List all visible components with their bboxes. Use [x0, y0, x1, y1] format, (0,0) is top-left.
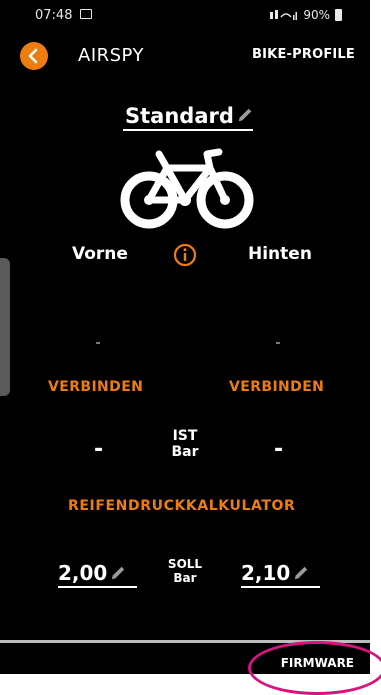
rear-connect-button[interactable]: VERBINDEN	[229, 379, 324, 395]
battery-percent: 90%	[303, 8, 330, 22]
front-ist-value: -	[94, 437, 104, 462]
signal-icon	[270, 10, 298, 20]
soll-label: SOLL Bar	[160, 557, 210, 585]
tire-pressure-calculator-button[interactable]: REIFENDRUCKKALKULATOR	[68, 498, 295, 514]
status-bar: 07:48 90%	[0, 0, 370, 32]
app-screen: 07:48 90% AIRSPY BIKE-PROFILE Standard V…	[0, 0, 370, 674]
ist-unit: Bar	[171, 444, 199, 460]
front-sensor-status	[96, 342, 100, 344]
status-right: 90%	[270, 8, 342, 22]
rear-label: Hinten	[248, 244, 312, 264]
image-icon	[80, 9, 92, 19]
rear-soll-value: 2,10	[241, 561, 291, 585]
status-time: 07:48	[35, 8, 73, 23]
bike-profile-button[interactable]: BIKE-PROFILE	[252, 47, 355, 62]
back-arrow-icon	[28, 48, 38, 64]
app-title: AIRSPY	[78, 45, 145, 66]
edge-panel-handle[interactable]	[0, 258, 10, 396]
profile-name: Standard	[125, 104, 234, 128]
rear-ist-value: -	[274, 437, 284, 462]
firmware-button[interactable]: FIRMWARE	[281, 656, 354, 670]
info-icon[interactable]	[173, 243, 197, 267]
ist-label: IST Bar	[160, 428, 210, 460]
pencil-icon	[112, 566, 125, 580]
battery-icon	[335, 9, 342, 21]
rear-soll-field[interactable]: 2,10	[241, 556, 320, 588]
front-connect-button[interactable]: VERBINDEN	[48, 379, 143, 395]
ist-title: IST	[172, 428, 198, 444]
soll-unit: Bar	[173, 571, 197, 585]
back-button[interactable]	[20, 42, 48, 70]
bike-icon	[120, 148, 254, 229]
front-soll-field[interactable]: 2,00	[58, 556, 137, 588]
pencil-icon	[238, 108, 252, 122]
soll-title: SOLL	[167, 557, 203, 571]
front-label: Vorne	[72, 244, 128, 264]
profile-name-field[interactable]: Standard	[123, 99, 253, 131]
footer-divider	[0, 640, 370, 643]
front-soll-value: 2,00	[58, 561, 108, 585]
pencil-icon	[295, 566, 308, 580]
rear-sensor-status	[276, 342, 280, 344]
